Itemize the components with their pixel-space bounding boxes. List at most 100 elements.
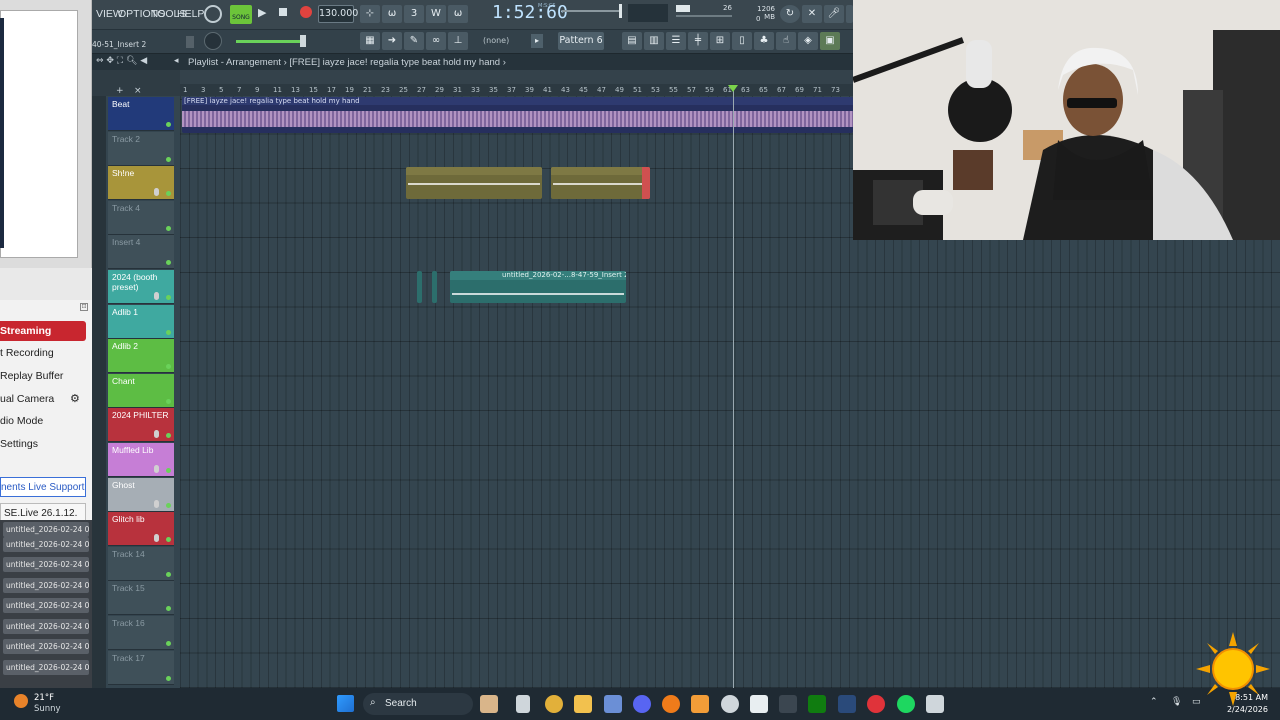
track-header[interactable]: Beat [108, 97, 174, 131]
countdown-icon[interactable]: 3 [404, 5, 424, 23]
start-streaming-button[interactable]: Streaming [0, 321, 86, 341]
wait-input-icon[interactable]: W [426, 5, 446, 23]
app-icon-dark[interactable] [779, 695, 797, 713]
file-item[interactable]: untitled_2026-02-24 08- [3, 619, 89, 634]
plugin-icon[interactable]: ♣ [754, 32, 774, 50]
master-volume-slider[interactable] [236, 40, 306, 43]
app-icon-red[interactable] [867, 695, 885, 713]
app-icon-stack[interactable] [926, 695, 944, 713]
fl-studio-icon[interactable] [691, 695, 709, 713]
track-scrollbar[interactable] [92, 96, 106, 688]
track-header[interactable]: Track 4 [108, 200, 174, 235]
file-item[interactable]: untitled_2026-02-24 08- [3, 522, 89, 537]
file-item[interactable]: untitled_2026-02-24 08- [3, 557, 89, 572]
pattern-prev-icon[interactable]: ▸ [531, 34, 543, 48]
app-window-icon[interactable] [516, 695, 530, 713]
adlib-clip-small-1[interactable] [417, 271, 422, 303]
track-header[interactable]: Glitch lib [108, 512, 174, 547]
pencil-icon[interactable]: ✎ [404, 32, 424, 50]
tempo-display[interactable]: 130.000 [318, 5, 358, 23]
mixer-icon[interactable]: ☰ [666, 32, 686, 50]
start-recording-button[interactable]: t Recording [0, 343, 86, 363]
discord-icon[interactable] [633, 695, 651, 713]
track-enable-icon[interactable] [166, 502, 171, 508]
volume-slider-handle[interactable] [300, 35, 306, 47]
track-header[interactable]: Chant [108, 373, 174, 408]
song-mode-toggle[interactable]: SONG [230, 5, 252, 24]
document-icon[interactable]: ▯ [732, 32, 752, 50]
snap-icon[interactable]: ⊹ [360, 5, 380, 23]
track-enable-icon[interactable] [166, 122, 171, 127]
link-icon[interactable]: ∞ [426, 32, 446, 50]
track-record-icon[interactable] [154, 534, 159, 543]
shine-vocal-clip-2[interactable] [551, 167, 650, 199]
arrow-icon[interactable]: ➜ [382, 32, 402, 50]
track-header[interactable]: Track 16 [108, 616, 174, 650]
track-header[interactable]: Track 17 [108, 650, 174, 685]
track-enable-icon[interactable] [166, 675, 171, 681]
piano-icon[interactable]: ▦ [360, 32, 380, 50]
record-icon[interactable] [300, 6, 312, 18]
chrome-icon[interactable] [545, 695, 563, 713]
track-enable-icon[interactable] [166, 329, 171, 335]
track-header[interactable]: 2024 PHILTER [108, 408, 174, 443]
track-record-icon[interactable] [154, 430, 159, 439]
playlist-icon[interactable]: ▤ [622, 32, 642, 50]
track-enable-icon[interactable] [166, 641, 171, 646]
adlib-clip-small-2[interactable] [432, 271, 437, 303]
beat-audio-clip[interactable]: [FREE] iayze jace! regalia type beat hol… [182, 97, 853, 133]
app-icon-bird[interactable] [604, 695, 622, 713]
piano-roll-icon[interactable]: ╪ [688, 32, 708, 50]
track-header[interactable]: Adlib 2 [108, 339, 174, 374]
file-explorer-icon[interactable] [574, 695, 592, 713]
taskbar-search[interactable]: Search [363, 693, 473, 715]
replay-buffer-button[interactable]: Replay Buffer [0, 366, 86, 386]
track-header[interactable]: Adlib 1 [108, 304, 174, 339]
stop-icon[interactable] [279, 8, 287, 16]
track-record-icon[interactable] [154, 499, 159, 508]
browser-icon[interactable]: ⊞ [710, 32, 730, 50]
pitch-slider-handle[interactable] [619, 4, 622, 18]
track-record-icon[interactable] [154, 188, 159, 197]
overflow-icon[interactable] [846, 5, 853, 23]
file-item[interactable]: untitled_2026-02-24 08- [3, 639, 89, 654]
playlist-nav-icons[interactable]: ⇔ ✥ ⛶ 🔍︎ ◀ [96, 56, 147, 66]
obs-icon[interactable] [721, 695, 739, 713]
task-view-icon[interactable] [480, 695, 498, 713]
pattern-group-select[interactable]: (none) [483, 34, 523, 48]
virtual-camera-settings-icon[interactable]: ⚙ [70, 392, 80, 405]
track-header[interactable]: Track 14 [108, 546, 174, 581]
start-button-icon[interactable] [337, 695, 354, 712]
touch-icon[interactable]: ☝ [776, 32, 796, 50]
weather-description[interactable]: Sunny [34, 704, 61, 714]
track-header[interactable]: Sh!ne [108, 166, 174, 201]
blend-notes-icon[interactable]: ω [448, 5, 468, 23]
loop-record-icon[interactable]: ω [382, 5, 402, 23]
metronome-knob-icon[interactable] [204, 5, 222, 23]
track-enable-icon[interactable] [166, 433, 171, 439]
track-header[interactable]: Track 2 [108, 131, 174, 166]
remove-track-icon[interactable]: × [134, 86, 142, 96]
weather-temperature[interactable]: 21°F [34, 693, 54, 703]
track-enable-icon[interactable] [166, 364, 171, 370]
track-enable-icon[interactable] [166, 225, 171, 231]
track-header[interactable]: Insert 4 [108, 235, 174, 270]
notes-icon[interactable] [750, 695, 768, 713]
track-enable-icon[interactable] [166, 260, 171, 266]
track-enable-icon[interactable] [166, 156, 171, 162]
tray-overflow-icon[interactable]: ⌃ [1150, 697, 1158, 707]
file-item[interactable]: untitled_2026-02-24 08- [3, 578, 89, 593]
menu-help[interactable]: HELP [177, 8, 204, 20]
refresh-icon[interactable]: ↻ [780, 5, 800, 23]
booth-vocal-clip[interactable]: untitled_2026-02-...8-47-59_Insert 2 [450, 271, 626, 303]
track-record-icon[interactable] [154, 465, 159, 473]
studio-mode-button[interactable]: dio Mode [0, 411, 86, 431]
playhead[interactable] [733, 86, 734, 688]
playlist-arrow-icon[interactable]: ◂ [174, 56, 179, 66]
fl-logo-icon[interactable]: ▣ [820, 32, 840, 50]
track-enable-icon[interactable] [166, 606, 171, 612]
file-item[interactable]: untitled_2026-02-24 08- [3, 537, 89, 552]
playhead-marker-icon[interactable] [728, 85, 738, 92]
microphone-icon[interactable]: 🎤︎ [824, 5, 844, 23]
track-header[interactable]: Ghost [108, 477, 174, 512]
